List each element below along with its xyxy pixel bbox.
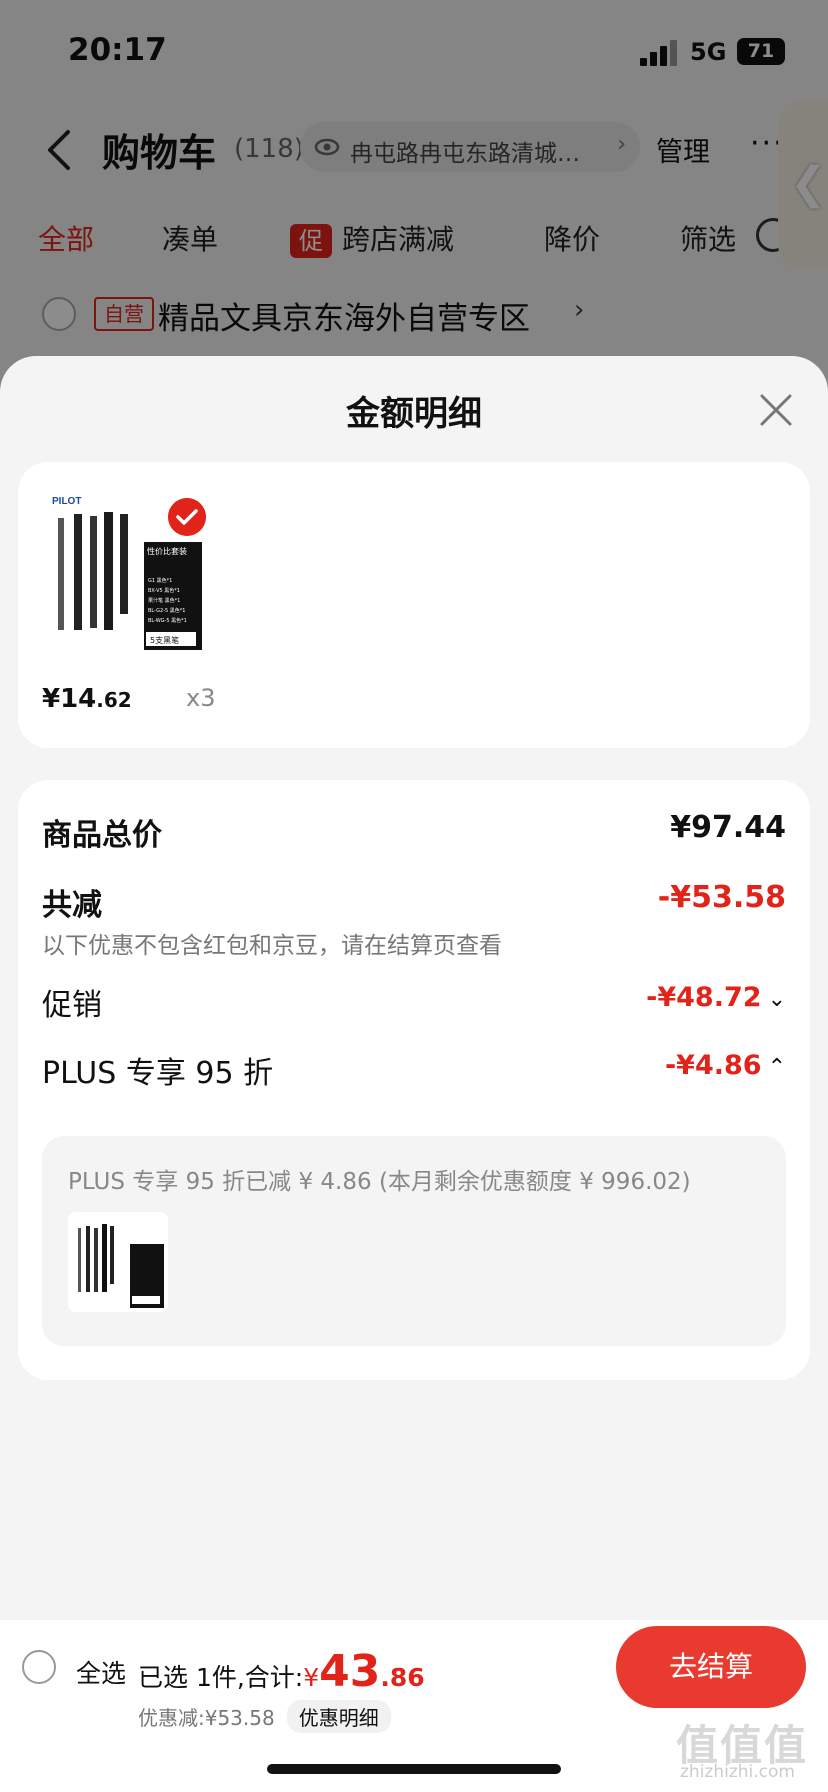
price-yen: ¥ [42, 684, 61, 714]
product-brand: PILOT [52, 496, 81, 507]
promotion-amount: -¥48.72 [646, 982, 762, 1013]
select-all-label[interactable]: 全选 [76, 1654, 126, 1690]
total-int: 43 [319, 1646, 381, 1697]
plus-discount-label[interactable]: PLUS 专享 95 折 [42, 1048, 273, 1092]
product-price: ¥14.62 [42, 684, 132, 714]
home-indicator[interactable] [267, 1764, 561, 1774]
pack-row: BL-G2-5 黑色*1 [148, 607, 185, 614]
reduction-note: 以下优惠不包含红包和京豆，请在结算页查看 [42, 933, 502, 959]
plus-discount-value[interactable]: -¥4.86 ⌃ [665, 1050, 786, 1081]
checkout-button[interactable]: 去结算 [616, 1626, 806, 1708]
selected-summary: 已选 1件,合计:¥43.86 [138, 1646, 425, 1697]
total-price-value: ¥97.44 [670, 810, 786, 845]
promotion-value[interactable]: -¥48.72 ⌄ [646, 982, 786, 1013]
watermark-domain: zhizhizhi.com [680, 1762, 795, 1782]
amount-detail-sheet: 金额明细 PILOT 性价比套装 G1 黑色*1 BX-V5 黑色*1 果汁笔 … [0, 356, 828, 1792]
plus-discount-detail: PLUS 专享 95 折已减 ¥ 4.86 (本月剩余优惠额度 ¥ 996.02… [42, 1136, 786, 1346]
plus-discount-amount: -¥4.86 [664, 1050, 762, 1081]
check-icon [168, 498, 206, 536]
selected-count-text: 已选 1件,合计: [138, 1663, 304, 1692]
product-thumbnail [68, 1212, 168, 1312]
total-price-label: 商品总价 [42, 818, 162, 853]
discount-text: 优惠减:¥53.58 [138, 1706, 275, 1730]
total-reduction-value: -¥53.58 [657, 880, 786, 915]
product-quantity: x3 [186, 684, 216, 712]
product-card: PILOT 性价比套装 G1 黑色*1 BX-V5 黑色*1 果汁笔 黑色*1 … [18, 462, 810, 748]
discount-detail-button[interactable]: 优惠明细 [286, 1700, 391, 1733]
pack-footer: 5支黑笔 [150, 635, 179, 645]
total-reduction-label: 共减 [42, 888, 102, 923]
product-image[interactable]: PILOT 性价比套装 G1 黑色*1 BX-V5 黑色*1 果汁笔 黑色*1 … [44, 490, 236, 650]
pack-row: 果汁笔 黑色*1 [148, 597, 180, 604]
close-icon[interactable] [756, 390, 796, 430]
total-dec: .86 [380, 1663, 425, 1692]
price-int: 14 [60, 684, 97, 714]
select-all-radio[interactable] [22, 1650, 56, 1684]
promotion-label[interactable]: 促销 [42, 980, 102, 1024]
pack-row: BL-WG-5 黑色*1 [148, 617, 187, 624]
plus-discount-note: PLUS 专享 95 折已减 ¥ 4.86 (本月剩余优惠额度 ¥ 996.02… [68, 1169, 691, 1195]
chevron-up-icon: ⌃ [767, 1055, 786, 1080]
total-yen: ¥ [303, 1663, 320, 1692]
sheet-title: 金额明细 [346, 394, 482, 434]
chevron-down-icon: ⌄ [767, 987, 786, 1012]
discount-summary: 优惠减:¥53.58 优惠明细 [138, 1700, 391, 1733]
price-dec: .62 [96, 688, 132, 712]
pack-row: BX-V5 黑色*1 [148, 587, 180, 594]
amount-breakdown-card: 商品总价 ¥97.44 共减 -¥53.58 以下优惠不包含红包和京豆，请在结算… [18, 780, 810, 1380]
pack-row: G1 黑色*1 [148, 577, 172, 584]
pack-title: 性价比套装 [147, 546, 187, 556]
